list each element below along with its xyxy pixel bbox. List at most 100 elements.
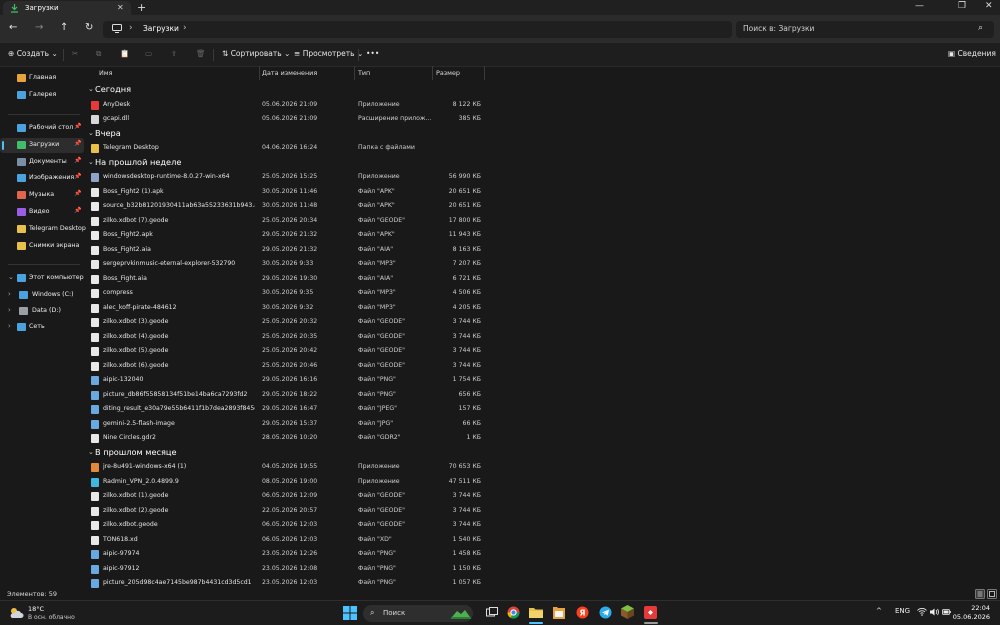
pin-icon[interactable]: 📌 bbox=[74, 123, 81, 130]
column-size[interactable]: Размер bbox=[436, 69, 460, 77]
file-row[interactable]: Nine Circles.gdr2 28.05.2026 10:20 Файл "G… bbox=[88, 431, 484, 446]
pin-icon[interactable]: 📌 bbox=[74, 173, 81, 180]
breadcrumb-chevron-icon[interactable]: › bbox=[129, 23, 133, 33]
minecraft-icon[interactable] bbox=[621, 605, 634, 621]
file-row[interactable]: gcapi.dll 05.06.2026 21:09 Расширение прил… bbox=[88, 112, 484, 127]
chevron-down-icon[interactable]: ⌄ bbox=[88, 85, 94, 93]
cut-icon[interactable]: ✂ bbox=[72, 49, 78, 58]
delete-icon[interactable]: 🗑 bbox=[196, 49, 206, 58]
telegram-icon[interactable] bbox=[599, 606, 612, 621]
file-row[interactable]: Radmin_VPN_2.0.4899.9 08.05.2026 19:00 При… bbox=[88, 475, 484, 490]
column-date[interactable]: Дата изменения bbox=[262, 69, 317, 77]
refresh-icon[interactable]: ↻ bbox=[85, 22, 93, 33]
file-row[interactable]: windowsdesktop-runtime-8.0.27-win-x64 25.… bbox=[88, 170, 484, 185]
column-resize-handle[interactable] bbox=[432, 66, 433, 80]
start-windows-icon[interactable] bbox=[343, 606, 357, 622]
up-arrow-icon[interactable]: ↑ bbox=[60, 22, 68, 33]
sidebar-item[interactable]: › Windows (C:) bbox=[0, 288, 84, 303]
taskbar-search[interactable]: ⌕ Поиск bbox=[363, 605, 473, 622]
pin-icon[interactable]: 📌 bbox=[74, 157, 81, 164]
close-button[interactable]: ✕ bbox=[985, 1, 993, 11]
minimize-button[interactable]: — bbox=[915, 1, 924, 11]
language-indicator[interactable]: ENG bbox=[895, 607, 910, 615]
column-type[interactable]: Тип bbox=[358, 69, 370, 77]
sidebar-item[interactable]: › Data (D:) bbox=[0, 304, 84, 319]
file-row[interactable]: zilko.xdbot.geode 06.05.2026 12:03 Файл "G… bbox=[88, 518, 484, 533]
share-icon[interactable]: ⇪ bbox=[171, 49, 177, 58]
sidebar-item[interactable]: Telegram Desktop bbox=[0, 222, 86, 237]
group-header[interactable]: ⌄ В прошлом месяце bbox=[88, 446, 484, 460]
sidebar-item[interactable]: Загрузки 📌 bbox=[0, 137, 84, 153]
file-row[interactable]: jre-8u491-windows-x64 (1) 04.05.2026 19:5… bbox=[88, 460, 484, 475]
file-row[interactable]: Boss_Fight2.apk 29.05.2026 21:32 Файл "APK… bbox=[88, 228, 484, 243]
file-row[interactable]: Boss_Fight2.aia 29.05.2026 21:32 Файл "AIA… bbox=[88, 243, 484, 258]
chevron-right-icon[interactable]: › bbox=[8, 306, 11, 314]
chevron-down-icon[interactable]: ⌄ bbox=[88, 448, 94, 456]
file-row[interactable]: zilko.xdbot (5).geode 25.05.2026 20:42 Фай… bbox=[88, 344, 484, 359]
column-resize-handle[interactable] bbox=[259, 66, 260, 80]
task-view-icon[interactable] bbox=[486, 607, 498, 621]
sidebar-item[interactable]: Галерея bbox=[0, 88, 84, 103]
details-pane-button[interactable]: ▣ Сведения bbox=[948, 49, 996, 58]
pin-icon[interactable]: 📌 bbox=[74, 207, 81, 214]
chevron-down-icon[interactable]: ⌄ bbox=[8, 273, 14, 281]
file-row[interactable]: Telegram Desktop 04.06.2026 16:24 Папка с … bbox=[88, 141, 484, 156]
sort-button[interactable]: ⇅ Сортировать ⌄ bbox=[222, 49, 290, 58]
sidebar-item[interactable]: Музыка 📌 bbox=[0, 188, 84, 203]
file-row[interactable]: zilko.xdbot (1).geode 06.05.2026 12:09 Фай… bbox=[88, 489, 484, 504]
paste-icon[interactable]: 📋 bbox=[120, 49, 129, 58]
file-row[interactable]: zilko.xdbot (3).geode 25.05.2026 20:32 Фай… bbox=[88, 315, 484, 330]
file-row[interactable]: AnyDesk 05.06.2026 21:09 Приложение 8 122 К… bbox=[88, 98, 484, 113]
chevron-down-icon[interactable]: ⌄ bbox=[88, 129, 94, 137]
sidebar-item[interactable]: Видео 📌 bbox=[0, 205, 84, 220]
file-row[interactable]: zilko.xdbot (2).geode 22.05.2026 20:57 Фай… bbox=[88, 504, 484, 519]
file-row[interactable]: aipic-132040 29.05.2026 16:16 Файл "PNG" 1 … bbox=[88, 373, 484, 388]
pin-icon[interactable]: 📌 bbox=[74, 190, 81, 197]
tray-overflow-icon[interactable]: ^ bbox=[876, 607, 882, 615]
copy-icon[interactable]: ⧉ bbox=[96, 49, 101, 59]
file-explorer-icon[interactable] bbox=[529, 606, 543, 620]
file-row[interactable]: zilko.xdbot (7).geode 25.05.2026 20:34 Фай… bbox=[88, 214, 484, 229]
sidebar-item[interactable]: Главная bbox=[0, 71, 84, 86]
column-name[interactable]: Имя bbox=[99, 69, 112, 77]
chrome-icon[interactable] bbox=[507, 606, 520, 621]
back-arrow-icon[interactable]: ← bbox=[9, 22, 17, 33]
forward-arrow-icon[interactable]: → bbox=[35, 22, 43, 33]
address-bar[interactable]: › Загрузки › bbox=[103, 21, 732, 38]
file-row[interactable]: picture_205d98c4ae7145be987b4431cd3d5cd1… bbox=[88, 576, 484, 591]
file-row[interactable]: Boss_Fight.aia 29.05.2026 19:30 Файл "AIA"… bbox=[88, 272, 484, 287]
breadcrumb-downloads[interactable]: Загрузки bbox=[143, 24, 179, 33]
weather-cloud-icon[interactable] bbox=[8, 606, 24, 622]
search-icon[interactable]: ⌕ bbox=[978, 23, 983, 33]
file-row[interactable]: source_b32b81201930411ab63a55233631b943.… bbox=[88, 199, 484, 214]
chevron-right-icon[interactable]: › bbox=[8, 322, 11, 330]
maximize-button[interactable]: ❐ bbox=[958, 1, 966, 11]
more-options-button[interactable]: ••• bbox=[366, 49, 379, 58]
sidebar-item[interactable]: › Сеть bbox=[0, 320, 84, 335]
anydesk-taskbar-icon[interactable] bbox=[644, 606, 657, 621]
file-row[interactable]: gemini-2.5-flash-image 29.05.2026 15:37 Фа… bbox=[88, 417, 484, 432]
file-row[interactable]: TON618.xd 06.05.2026 12:03 Файл "XD" 1 540 … bbox=[88, 533, 484, 548]
pin-icon[interactable]: 📌 bbox=[74, 140, 81, 147]
file-row[interactable]: aipic-97974 23.05.2026 12:26 Файл "PNG" 1 4… bbox=[88, 547, 484, 562]
file-row[interactable]: diting_result_e30a79e55b6411f1b7dea2893f… bbox=[88, 402, 484, 417]
chevron-down-icon[interactable]: ⌄ bbox=[88, 158, 94, 166]
sidebar-item[interactable]: Документы 📌 bbox=[0, 155, 84, 170]
file-row[interactable]: aipic-97912 23.05.2026 12:08 Файл "PNG" 1 1… bbox=[88, 562, 484, 577]
sidebar-item[interactable]: Изображения 📌 bbox=[0, 171, 84, 186]
file-row[interactable]: picture_db86f55858134f51be14ba6ca7293fd2… bbox=[88, 388, 484, 403]
new-button[interactable]: ⊕ Создать ⌄ bbox=[8, 49, 58, 58]
column-resize-handle[interactable] bbox=[484, 66, 485, 80]
tab-close-icon[interactable]: ✕ bbox=[117, 3, 124, 12]
group-header[interactable]: ⌄ Вчера bbox=[88, 127, 484, 141]
weather-temperature[interactable]: 18°C bbox=[28, 605, 44, 613]
file-row[interactable]: alec_koff-pirate-484612 30.05.2026 9:32 Фа… bbox=[88, 301, 484, 316]
sidebar-item[interactable]: ⌄ Этот компьютер bbox=[0, 271, 84, 286]
sidebar-item[interactable]: Рабочий стол 📌 bbox=[0, 121, 84, 136]
wifi-icon[interactable] bbox=[917, 608, 927, 618]
group-header[interactable]: ⌄ На прошлой неделе bbox=[88, 156, 484, 170]
tab-downloads[interactable]: Загрузки ✕ bbox=[3, 1, 131, 16]
file-row[interactable]: compress 30.05.2026 9:35 Файл "MP3" 4 506 К… bbox=[88, 286, 484, 301]
rename-icon[interactable]: ▭ bbox=[145, 49, 152, 58]
group-header[interactable]: ⌄ Сегодня bbox=[88, 83, 484, 97]
